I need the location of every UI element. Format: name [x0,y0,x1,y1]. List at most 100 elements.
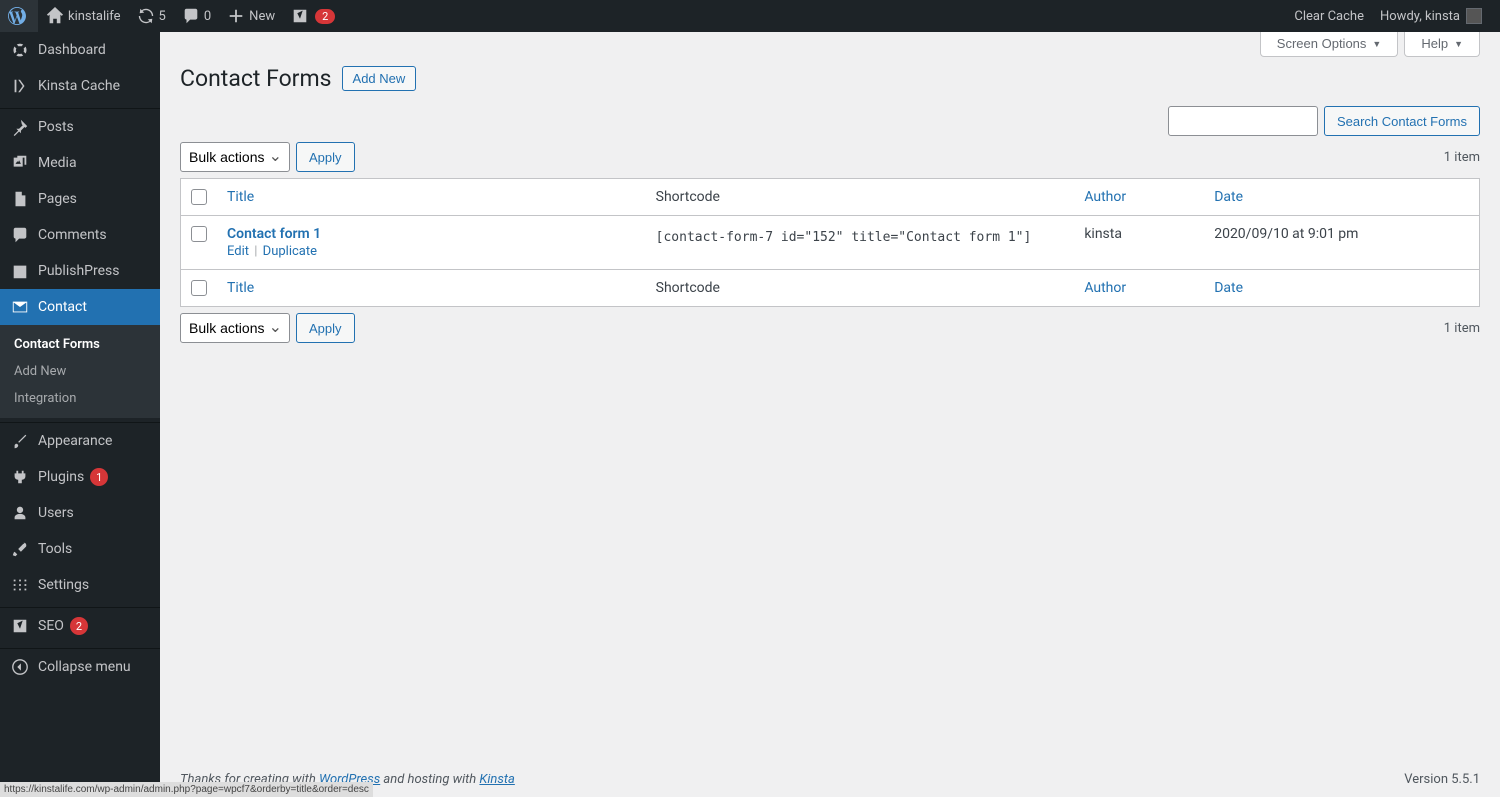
menu-contact[interactable]: Contact [0,289,160,325]
pin-icon [10,117,30,137]
menu-dashboard[interactable]: Dashboard [0,32,160,68]
menu-pages[interactable]: Pages [0,181,160,217]
row-date: 2020/09/10 at 9:01 pm [1204,216,1479,270]
updates[interactable]: 5 [129,0,174,32]
yoast[interactable]: 2 [283,0,343,32]
avatar [1466,8,1482,24]
clear-cache[interactable]: Clear Cache [1286,0,1372,32]
menu-collapse[interactable]: Collapse menu [0,649,160,685]
col-date-footer[interactable]: Date [1214,280,1243,296]
menu-label: Appearance [38,433,112,449]
tablenav-top: Bulk actions Apply 1 item [180,142,1480,172]
menu-tools[interactable]: Tools [0,531,160,567]
pages-icon [10,189,30,209]
col-date-header[interactable]: Date [1214,189,1243,205]
displaying-num-top: 1 item [1444,150,1480,165]
menu-label: Plugins [38,469,84,485]
edit-link[interactable]: Edit [227,244,249,259]
submenu-add-new[interactable]: Add New [0,358,160,385]
add-new-button[interactable]: Add New [342,66,417,91]
yoast-icon [291,7,309,25]
select-all-bottom[interactable] [191,280,207,296]
page-title: Contact Forms [180,65,332,92]
screen-meta: Screen Options Help [180,32,1480,57]
col-title-footer[interactable]: Title [227,280,254,296]
select-all-top[interactable] [191,189,207,205]
screen-options-button[interactable]: Screen Options [1260,32,1399,57]
plugin-icon [10,467,30,487]
row-checkbox[interactable] [191,226,207,242]
bulk-action-select[interactable]: Bulk actions [180,142,290,172]
submenu-integration[interactable]: Integration [0,385,160,412]
row-title-link[interactable]: Contact form 1 [227,226,321,242]
menu-label: SEO [38,618,64,634]
menu-kinsta-cache[interactable]: Kinsta Cache [0,68,160,104]
menu-label: Contact [38,299,87,315]
search-input[interactable] [1168,106,1318,136]
brush-icon [10,431,30,451]
menu-appearance[interactable]: Appearance [0,423,160,459]
col-title-header[interactable]: Title [227,189,254,205]
menu-label: Collapse menu [38,659,131,675]
tablenav-bottom: Bulk actions Apply 1 item [180,313,1480,343]
comment-icon [182,7,200,25]
menu-comments[interactable]: Comments [0,217,160,253]
comments-icon [10,225,30,245]
heading-row: Contact Forms Add New [180,65,1480,92]
menu-label: Pages [38,191,77,207]
admin-bar: kinstalife 5 0 New 2 C [0,0,1500,32]
menu-label: Media [38,155,77,171]
forms-table: Title Shortcode Author Date Contact form… [180,178,1480,307]
comments-count: 0 [204,9,211,24]
version-text: Version 5.5.1 [1404,772,1480,787]
bulk-action-select-bottom[interactable]: Bulk actions [180,313,290,343]
col-author-footer[interactable]: Author [1084,280,1126,296]
menu-publishpress[interactable]: PublishPress [0,253,160,289]
menu-plugins[interactable]: Plugins 1 [0,459,160,495]
submenu-contact-forms[interactable]: Contact Forms [0,331,160,358]
row-author: kinsta [1074,216,1204,270]
menu-label: PublishPress [38,263,119,279]
my-account[interactable]: Howdy, kinsta [1372,0,1490,32]
home-icon [46,7,64,25]
help-button[interactable]: Help [1404,32,1480,57]
plus-icon [227,7,245,25]
menu-seo[interactable]: SEO 2 [0,608,160,644]
howdy-text: Howdy, kinsta [1380,9,1460,24]
menu-settings[interactable]: Settings [0,567,160,603]
menu-label: Tools [38,541,72,557]
comments[interactable]: 0 [174,0,219,32]
site-name-text: kinstalife [68,9,121,24]
col-shortcode-footer: Shortcode [656,280,720,296]
displaying-num-bottom: 1 item [1444,321,1480,336]
new-content[interactable]: New [219,0,283,32]
col-author-header[interactable]: Author [1084,189,1126,205]
menu-label: Posts [38,119,74,135]
search-button[interactable]: Search Contact Forms [1324,106,1480,136]
duplicate-link[interactable]: Duplicate [263,244,317,259]
bulk-actions-bottom: Bulk actions Apply [180,313,355,343]
site-name[interactable]: kinstalife [38,0,129,32]
kinsta-link[interactable]: Kinsta [479,772,514,787]
apply-button-bottom[interactable]: Apply [296,313,355,343]
bulk-actions-top: Bulk actions Apply [180,142,355,172]
shortcode-field[interactable] [656,226,1065,249]
update-icon [137,7,155,25]
dashboard-icon [10,40,30,60]
col-shortcode-header: Shortcode [656,189,720,205]
wp-logo[interactable] [0,0,38,32]
wordpress-icon [8,7,26,25]
seo-badge: 2 [70,617,88,635]
status-bar-url: https://kinstalife.com/wp-admin/admin.ph… [0,782,373,797]
yoast-icon [10,616,30,636]
users-icon [10,503,30,523]
submenu-contact: Contact Forms Add New Integration [0,325,160,418]
menu-users[interactable]: Users [0,495,160,531]
apply-button-top[interactable]: Apply [296,142,355,172]
search-row: Search Contact Forms [180,106,1480,136]
menu-media[interactable]: Media [0,145,160,181]
menu-posts[interactable]: Posts [0,109,160,145]
menu-label: Kinsta Cache [38,78,120,94]
content-wrap: Screen Options Help Contact Forms Add Ne… [160,0,1500,343]
table-row: Contact form 1 Edit | Duplicate kinsta 2… [181,216,1480,270]
